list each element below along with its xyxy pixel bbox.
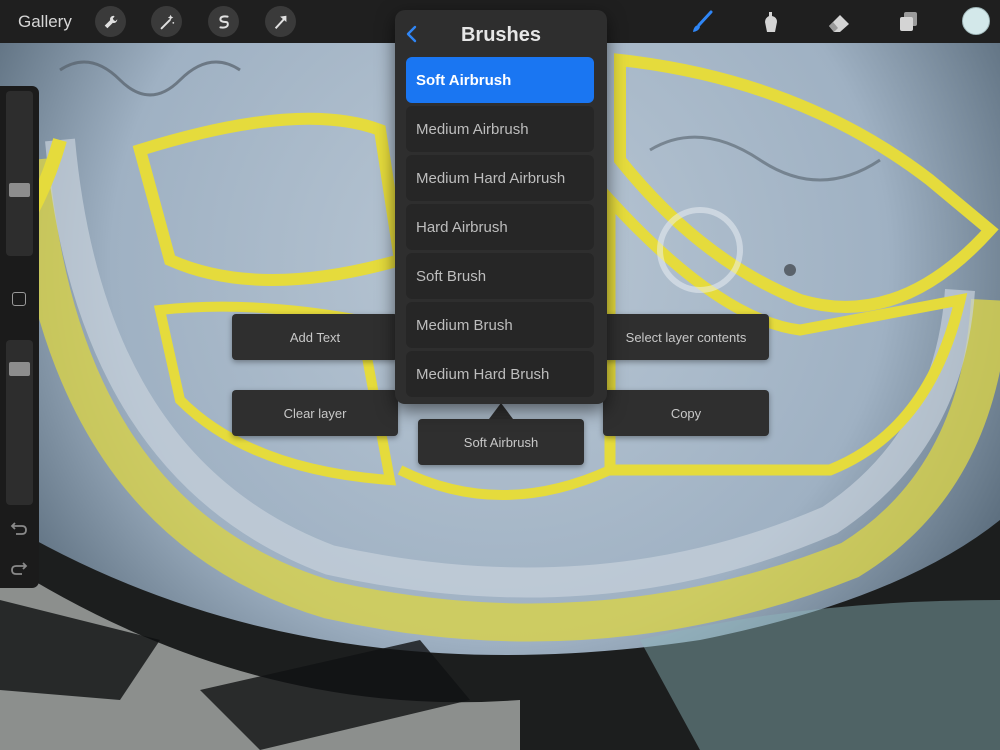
modify-button[interactable] — [12, 292, 26, 306]
brush-item[interactable]: Soft Airbrush — [406, 57, 594, 103]
opacity-slider[interactable] — [6, 340, 33, 505]
brush-icon[interactable] — [688, 8, 716, 36]
quick-menu-select-layer-contents[interactable]: Select layer contents — [603, 314, 769, 360]
brush-size-thumb[interactable] — [9, 183, 30, 197]
brush-item[interactable]: Medium Hard Airbrush — [406, 155, 594, 201]
quick-menu-pointer — [489, 403, 513, 419]
brush-item[interactable]: Hard Airbrush — [406, 204, 594, 250]
transform-icon[interactable] — [265, 6, 296, 37]
magic-wand-icon[interactable] — [151, 6, 182, 37]
eraser-icon[interactable] — [825, 8, 853, 36]
brush-item[interactable]: Medium Brush — [406, 302, 594, 348]
brush-item[interactable]: Medium Hard Brush — [406, 351, 594, 397]
opacity-thumb[interactable] — [9, 362, 30, 376]
smudge-icon[interactable] — [757, 8, 785, 36]
popover-title: Brushes — [460, 24, 542, 46]
brush-size-slider[interactable] — [6, 91, 33, 256]
quick-menu-clear-layer[interactable]: Clear layer — [232, 390, 398, 436]
gallery-button[interactable]: Gallery — [18, 12, 72, 32]
redo-icon[interactable] — [9, 559, 29, 577]
left-sidebar — [0, 86, 39, 588]
brush-item[interactable]: Medium Airbrush — [406, 106, 594, 152]
quick-menu-copy[interactable]: Copy — [603, 390, 769, 436]
selection-icon[interactable] — [208, 6, 239, 37]
color-icon[interactable] — [962, 7, 990, 35]
layers-icon[interactable] — [894, 8, 922, 36]
brush-item[interactable]: Soft Brush — [406, 253, 594, 299]
quick-menu-add-text[interactable]: Add Text — [232, 314, 398, 360]
quick-menu-current-brush[interactable]: Soft Airbrush — [418, 419, 584, 465]
brushes-popover: Brushes Soft Airbrush Medium Airbrush Medi… — [395, 10, 607, 404]
wrench-icon[interactable] — [95, 6, 126, 37]
undo-icon[interactable] — [9, 519, 29, 537]
